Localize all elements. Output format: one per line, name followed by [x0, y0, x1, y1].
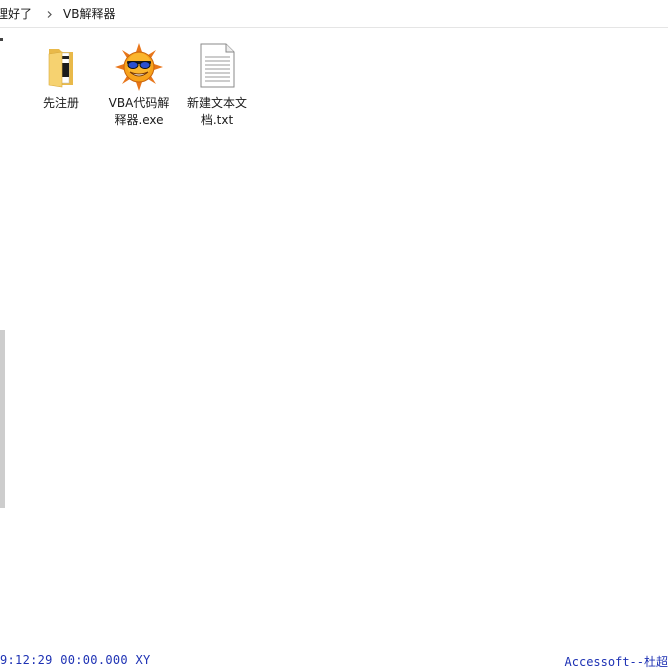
- file-name: 先注册: [42, 96, 79, 110]
- status-credit: Accessoft--杜超: [564, 655, 668, 669]
- file-item-exe[interactable]: VBA代码解释器.exe: [103, 43, 175, 129]
- chevron-right-icon[interactable]: [45, 10, 54, 19]
- navigation-pane-scrollbar[interactable]: [0, 330, 5, 508]
- folder-icon: [37, 43, 85, 91]
- address-bar[interactable]: 理好了 VB解释器: [0, 0, 668, 28]
- status-bar: 9:12:29 00:00.000 XY Accessoft--杜超: [0, 650, 668, 669]
- navigation-pane: [0, 28, 6, 648]
- breadcrumb-parent[interactable]: 理好了: [0, 6, 32, 22]
- file-name: 新建文本文档.txt: [186, 96, 247, 127]
- text-document-icon: [193, 43, 241, 91]
- breadcrumb-current[interactable]: VB解释器: [63, 6, 115, 22]
- status-clock: 9:12:29 00:00.000 XY: [0, 653, 151, 667]
- file-item-txt[interactable]: 新建文本文档.txt: [181, 43, 253, 129]
- pane-marker: [0, 38, 3, 41]
- sun-sunglasses-icon: [115, 43, 163, 91]
- file-name: VBA代码解释器.exe: [108, 96, 170, 127]
- file-item-folder[interactable]: 先注册: [25, 43, 97, 112]
